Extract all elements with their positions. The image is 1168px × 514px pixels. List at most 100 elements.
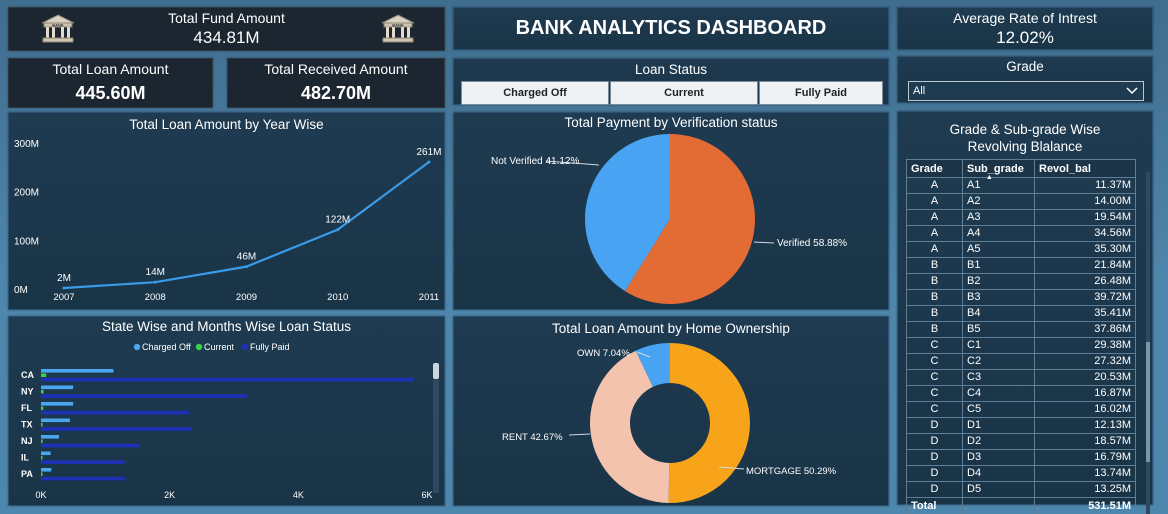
table-row[interactable]: D D3 16.79M [906, 449, 1136, 466]
y-tick-label: 300M [14, 139, 39, 150]
table-row[interactable]: A A5 35.30M [906, 241, 1136, 258]
cell-revol-bal: 16.02M [1034, 401, 1136, 418]
cell-revol-bal: 29.38M [1034, 337, 1136, 354]
line-point [336, 228, 340, 232]
x-tick-label: 4K [293, 490, 304, 500]
cell-revol-bal: 34.56M [1034, 225, 1136, 242]
tile-fully-paid[interactable]: Fully Paid [759, 81, 883, 105]
loan-kpi-card: Total Loan Amount 445.60M [8, 58, 213, 108]
cell-revol-bal: 39.72M [1034, 289, 1136, 306]
cell-sub-grade: B5 [962, 321, 1035, 338]
legend-label: Fully Paid [250, 342, 290, 352]
cell-revol-bal: 18.57M [1034, 433, 1136, 450]
bar-chart-scrollbar-thumb[interactable] [433, 363, 439, 379]
dashboard-title: BANK ANALYTICS DASHBOARD [515, 17, 827, 39]
state-bar-chart: Charged Off Current Fully Paid CA NY FL TX NJ IL… [21, 342, 433, 500]
verification-pie-card: Total Payment by Verification status Not… [453, 112, 889, 310]
table-row[interactable]: A A4 34.56M [906, 225, 1136, 242]
table-row[interactable]: D D2 18.57M [906, 433, 1136, 450]
table-row[interactable]: C C1 29.38M [906, 337, 1136, 354]
received-kpi-value: 482.70M [300, 83, 372, 103]
table-row[interactable]: C C3 20.53M [906, 369, 1136, 386]
grade-table-title-1: Grade & Sub-grade Wise [949, 122, 1101, 137]
interest-kpi-card: Average Rate of Intrest 12.02% [897, 7, 1153, 50]
loan-kpi-value: 445.60M [75, 83, 146, 103]
cell-sub-grade: B4 [962, 305, 1035, 322]
table-row[interactable]: B B1 21.84M [906, 257, 1136, 274]
pie-label-verified: Verified 58.88% [777, 238, 847, 249]
cell-sub-grade: B2 [962, 273, 1035, 290]
col-header-grade[interactable]: Grade [906, 159, 963, 178]
table-row[interactable]: A A3 19.54M [906, 209, 1136, 226]
table-scrollbar-thumb[interactable] [1146, 342, 1150, 462]
cell-grade: C [906, 369, 963, 386]
grade-title: Grade [1006, 59, 1044, 74]
donut-slice-mortgage[interactable] [668, 343, 750, 503]
table-row[interactable]: B B3 39.72M [906, 289, 1136, 306]
year-line-chart: 300M 200M 100M 0M 2007 2008 2009 2010 2011 2M 14M 4… [14, 139, 442, 303]
col-header-sub-grade[interactable]: Sub_grade ▲ [962, 159, 1035, 181]
loan-kpi-title: Total Loan Amount [52, 61, 169, 77]
verification-pie-chart: Not Verified 41.12% Verified 58.88% [491, 134, 847, 304]
cell-sub-grade: B3 [962, 289, 1035, 306]
bar-nj-current [41, 439, 43, 443]
cell-grade: A [906, 241, 963, 258]
table-row[interactable]: B B5 37.86M [906, 321, 1136, 338]
table-row[interactable]: B B4 35.41M [906, 305, 1136, 322]
grade-dropdown[interactable]: All [908, 81, 1144, 101]
cell-grade: C [906, 385, 963, 402]
state-label: CA [21, 370, 34, 380]
table-row[interactable]: C C5 16.02M [906, 401, 1136, 418]
received-kpi-card: Total Received Amount 482.70M [227, 58, 445, 108]
table-total-row: Total 531.51M [906, 497, 1136, 514]
bar-pa-charged-off [41, 468, 52, 472]
cell-grade: D [906, 481, 963, 498]
state-label: IL [21, 453, 30, 463]
table-row[interactable]: C C2 27.32M [906, 353, 1136, 370]
grade-selected-value: All [913, 85, 926, 97]
bar-tx-fully-paid [41, 427, 193, 431]
col-header-revol-bal[interactable]: Revol_bal [1034, 159, 1136, 178]
cell-sub-grade: D2 [962, 433, 1035, 450]
table-row[interactable]: A A1 11.37M [906, 177, 1136, 194]
cell-sub-grade: D5 [962, 481, 1035, 498]
table-row[interactable]: D D1 12.13M [906, 417, 1136, 434]
x-tick-label: 2009 [236, 292, 257, 303]
tile-current[interactable]: Current [610, 81, 758, 105]
col-header-sub-grade-label: Sub_grade [967, 162, 1024, 175]
cell-revol-bal: 20.53M [1034, 369, 1136, 386]
table-row[interactable]: B B2 26.48M [906, 273, 1136, 290]
cell-grade: D [906, 449, 963, 466]
cell-grade: C [906, 353, 963, 370]
bar-chart-scrollbar[interactable] [433, 363, 439, 493]
cell-grade: C [906, 337, 963, 354]
state-label: TX [21, 420, 33, 430]
cell-sub-grade: C4 [962, 385, 1035, 402]
interest-kpi-title: Average Rate of Intrest [953, 10, 1097, 26]
cell-sub-grade: A1 [962, 177, 1035, 194]
table-row[interactable]: D D4 13.74M [906, 465, 1136, 482]
bar-ca-current [41, 373, 47, 377]
tile-charged-off[interactable]: Charged Off [461, 81, 609, 105]
table-row[interactable]: A A2 14.00M [906, 193, 1136, 210]
bank-icon-text: BANK [392, 23, 404, 28]
cell-revol-bal: 16.79M [1034, 449, 1136, 466]
state-label: NJ [21, 436, 33, 446]
year-line-chart-card: Total Loan Amount by Year Wise 300M 200M 1… [8, 112, 445, 310]
cell-grade: D [906, 417, 963, 434]
cell-grade: B [906, 257, 963, 274]
total-label: Total [906, 497, 963, 514]
x-tick-label: 2007 [53, 292, 74, 303]
bank-icon: BANK [381, 14, 415, 43]
home-ownership-card: Total Loan Amount by Home Ownership OWN … [453, 316, 889, 506]
table-row[interactable]: D D5 13.25M [906, 481, 1136, 498]
bar-nj-charged-off [41, 435, 60, 439]
line-series-loan-amount [63, 161, 430, 290]
legend-marker [195, 343, 203, 351]
loan-status-slicer: Loan Status Charged Off Current Fully Pa… [453, 58, 889, 105]
table-row[interactable]: C C4 16.87M [906, 385, 1136, 402]
bar-ny-current [41, 389, 44, 394]
cell-sub-grade: A2 [962, 193, 1035, 210]
donut-label-own: OWN 7.04% [577, 348, 630, 359]
cell-sub-grade: A5 [962, 241, 1035, 258]
